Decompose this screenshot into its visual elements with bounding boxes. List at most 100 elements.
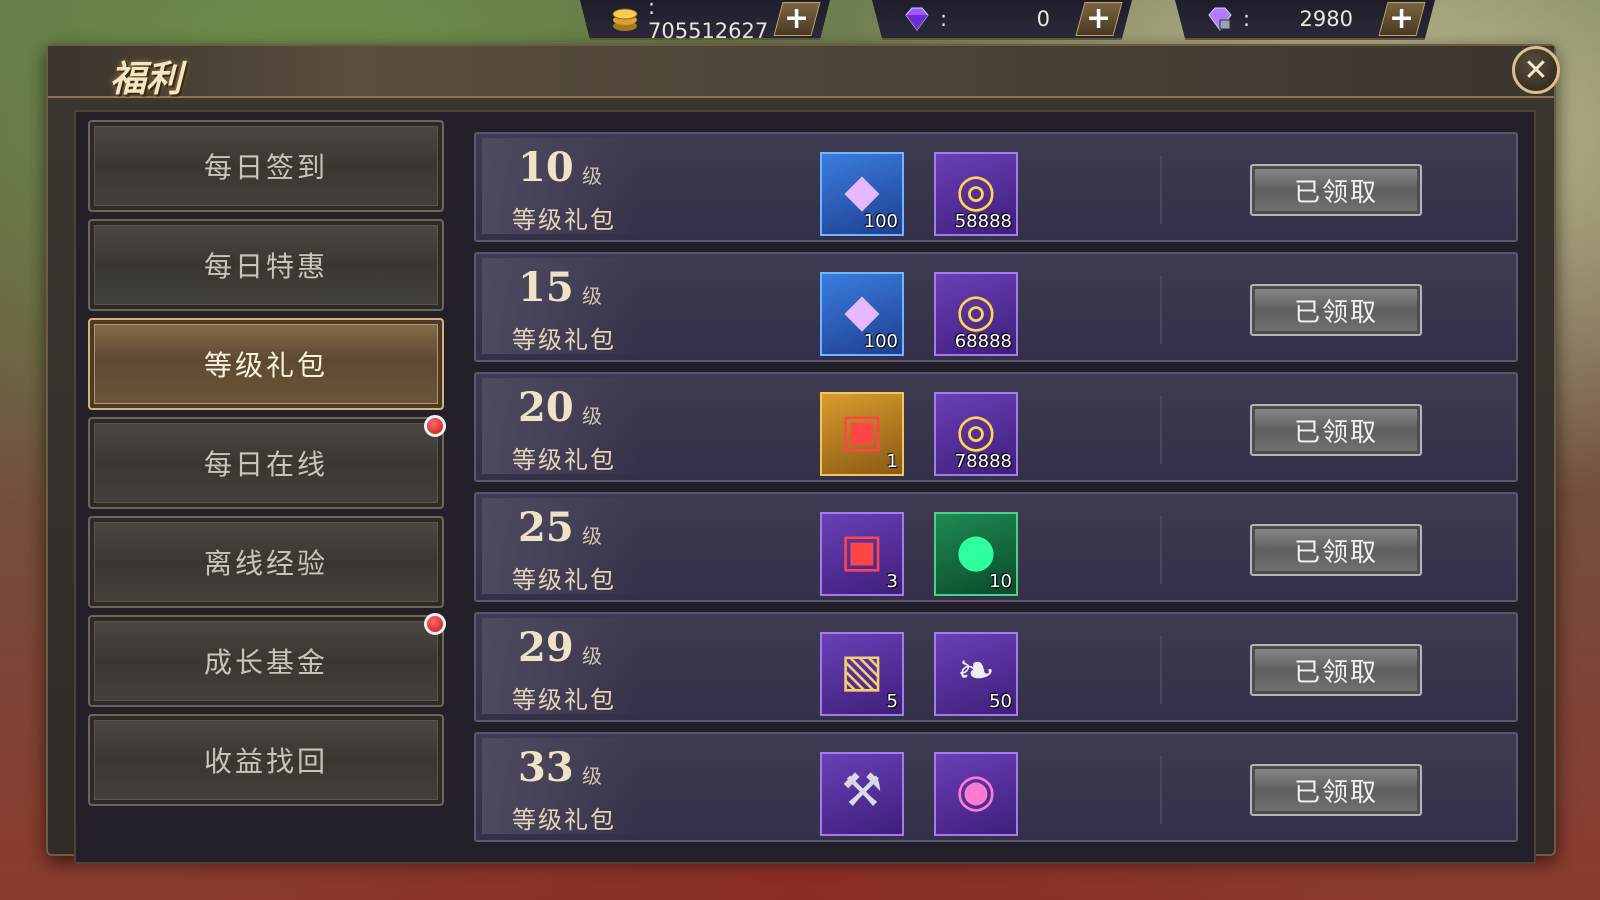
level-unit: 级 <box>582 524 602 548</box>
menu-item-0[interactable]: 每日签到 <box>88 120 444 212</box>
reward-row: 33 级等级礼包 ⚒ ◉ 已领取 <box>474 732 1518 842</box>
menu-item-label: 每日在线 <box>203 448 328 481</box>
pack-label: 等级礼包 <box>512 206 616 234</box>
bound-gem-value: 2980 <box>1299 7 1353 31</box>
locked-diamond-icon <box>1205 6 1235 32</box>
item-quantity: 100 <box>863 211 898 232</box>
reward-row: 15 级等级礼包 ◆ 100 ◎ 68888 已领取 <box>474 252 1518 362</box>
level-number: 25 <box>518 504 574 551</box>
level-number: 29 <box>518 624 574 671</box>
reward-item-slot[interactable]: ◆ 100 <box>820 272 904 356</box>
reward-item-slot[interactable]: ▣ 3 <box>820 512 904 596</box>
close-button[interactable]: ✕ <box>1512 46 1560 94</box>
panel-body: 每日签到 每日特惠 等级礼包 每日在线 离线经验 成长基金 收益找回 10 级等级礼包 ◆ 100… <box>74 110 1536 864</box>
row-divider <box>1160 276 1162 344</box>
row-divider <box>1160 636 1162 704</box>
welfare-panel: 福利 ✕ 每日签到 每日特惠 等级礼包 每日在线 离线经验 成长基金 收益找回 10 级等级礼… <box>46 44 1560 864</box>
add-gold-button[interactable]: + <box>773 1 821 36</box>
item-quantity: 10 <box>989 571 1012 592</box>
reward-row: 10 级等级礼包 ◆ 100 ◎ 58888 已领取 <box>474 132 1518 242</box>
pack-label: 等级礼包 <box>512 326 616 354</box>
bound-gem-resource: : 2980 + <box>1175 0 1435 40</box>
side-menu: 每日签到每日特惠等级礼包每日在线离线经验成长基金收益找回 <box>88 120 448 812</box>
row-divider <box>1160 396 1162 464</box>
level-number: 10 <box>518 144 574 191</box>
menu-item-label: 离线经验 <box>203 547 328 580</box>
level-label-box: 25 级等级礼包 <box>482 498 642 594</box>
purple-diamond-icon <box>902 6 932 32</box>
row-divider <box>1160 516 1162 584</box>
reward-item-slot[interactable]: ⚒ <box>820 752 904 836</box>
reward-row: 29 级等级礼包 ▧ 5 ❧ 50 已领取 <box>474 612 1518 722</box>
menu-item-label: 等级礼包 <box>203 349 328 382</box>
add-gem-button[interactable]: + <box>1075 1 1123 36</box>
reward-row: 25 级等级礼包 ▣ 3 ● 10 已领取 <box>474 492 1518 602</box>
level-number: 20 <box>518 384 574 431</box>
item-quantity: 78888 <box>954 451 1012 472</box>
menu-item-1[interactable]: 每日特惠 <box>88 219 444 311</box>
level-number: 15 <box>518 264 574 311</box>
level-unit: 级 <box>582 764 602 788</box>
claimed-button[interactable]: 已领取 <box>1250 644 1422 696</box>
level-unit: 级 <box>582 404 602 428</box>
reward-item-slot[interactable]: ● 10 <box>934 512 1018 596</box>
reward-row: 20 级等级礼包 ▣ 1 ◎ 78888 已领取 <box>474 372 1518 482</box>
level-unit: 级 <box>582 644 602 668</box>
gem-resource: : 0 + <box>872 0 1132 40</box>
item-quantity: 58888 <box>954 211 1012 232</box>
gold-coin-icon <box>610 6 640 32</box>
item-quantity: 3 <box>886 571 898 592</box>
reward-item-slot[interactable]: ▣ 1 <box>820 392 904 476</box>
level-label-box: 15 级等级礼包 <box>482 258 642 354</box>
panel-header: 福利 ✕ <box>48 46 1560 100</box>
pack-label: 等级礼包 <box>512 806 616 834</box>
claimed-button[interactable]: 已领取 <box>1250 764 1422 816</box>
level-number: 33 <box>518 744 574 791</box>
menu-item-label: 每日特惠 <box>203 250 328 283</box>
menu-item-4[interactable]: 离线经验 <box>88 516 444 608</box>
menu-item-label: 每日签到 <box>203 151 328 184</box>
level-label-box: 10 级等级礼包 <box>482 138 642 234</box>
gold-value: : 705512627 <box>648 0 769 43</box>
item-quantity: 1 <box>886 451 898 472</box>
item-quantity: 50 <box>989 691 1012 712</box>
reward-item-slot[interactable]: ◎ 78888 <box>934 392 1018 476</box>
claimed-button[interactable]: 已领取 <box>1250 284 1422 336</box>
level-label-box: 33 级等级礼包 <box>482 738 642 834</box>
level-label-box: 20 级等级礼包 <box>482 378 642 474</box>
claimed-button[interactable]: 已领取 <box>1250 164 1422 216</box>
level-label-box: 29 级等级礼包 <box>482 618 642 714</box>
row-divider <box>1160 156 1162 224</box>
panel-title: 福利 <box>110 58 183 100</box>
level-unit: 级 <box>582 284 602 308</box>
menu-item-6[interactable]: 收益找回 <box>88 714 444 806</box>
pack-label: 等级礼包 <box>512 566 616 594</box>
item-quantity: 68888 <box>954 331 1012 352</box>
notification-dot-icon <box>424 613 446 635</box>
menu-item-label: 成长基金 <box>203 646 328 679</box>
notification-dot-icon <box>424 415 446 437</box>
close-icon: ✕ <box>1523 52 1549 88</box>
menu-item-label: 收益找回 <box>203 745 328 778</box>
item-quantity: 5 <box>886 691 898 712</box>
item-quantity: 100 <box>863 331 898 352</box>
claimed-button[interactable]: 已领取 <box>1250 524 1422 576</box>
menu-item-2[interactable]: 等级礼包 <box>88 318 444 410</box>
row-divider <box>1160 756 1162 824</box>
reward-item-slot[interactable]: ◎ 58888 <box>934 152 1018 236</box>
pack-label: 等级礼包 <box>512 686 616 714</box>
menu-item-5[interactable]: 成长基金 <box>88 613 446 707</box>
reward-item-slot[interactable]: ❧ 50 <box>934 632 1018 716</box>
hammer-icon: ⚒ <box>841 763 883 817</box>
reward-item-slot[interactable]: ◉ <box>934 752 1018 836</box>
claimed-button[interactable]: 已领取 <box>1250 404 1422 456</box>
add-bound-gem-button[interactable]: + <box>1378 1 1426 36</box>
level-unit: 级 <box>582 164 602 188</box>
menu-item-3[interactable]: 每日在线 <box>88 415 446 509</box>
gem-value: 0 <box>1036 7 1050 31</box>
reward-item-slot[interactable]: ▧ 5 <box>820 632 904 716</box>
reward-item-slot[interactable]: ◆ 100 <box>820 152 904 236</box>
level-reward-list[interactable]: 10 级等级礼包 ◆ 100 ◎ 58888 已领取 15 级等级礼包 ◆ 100 ◎ 68888 已领取… <box>474 132 1522 848</box>
reward-item-slot[interactable]: ◎ 68888 <box>934 272 1018 356</box>
pink-gem-icon: ◉ <box>955 763 997 817</box>
